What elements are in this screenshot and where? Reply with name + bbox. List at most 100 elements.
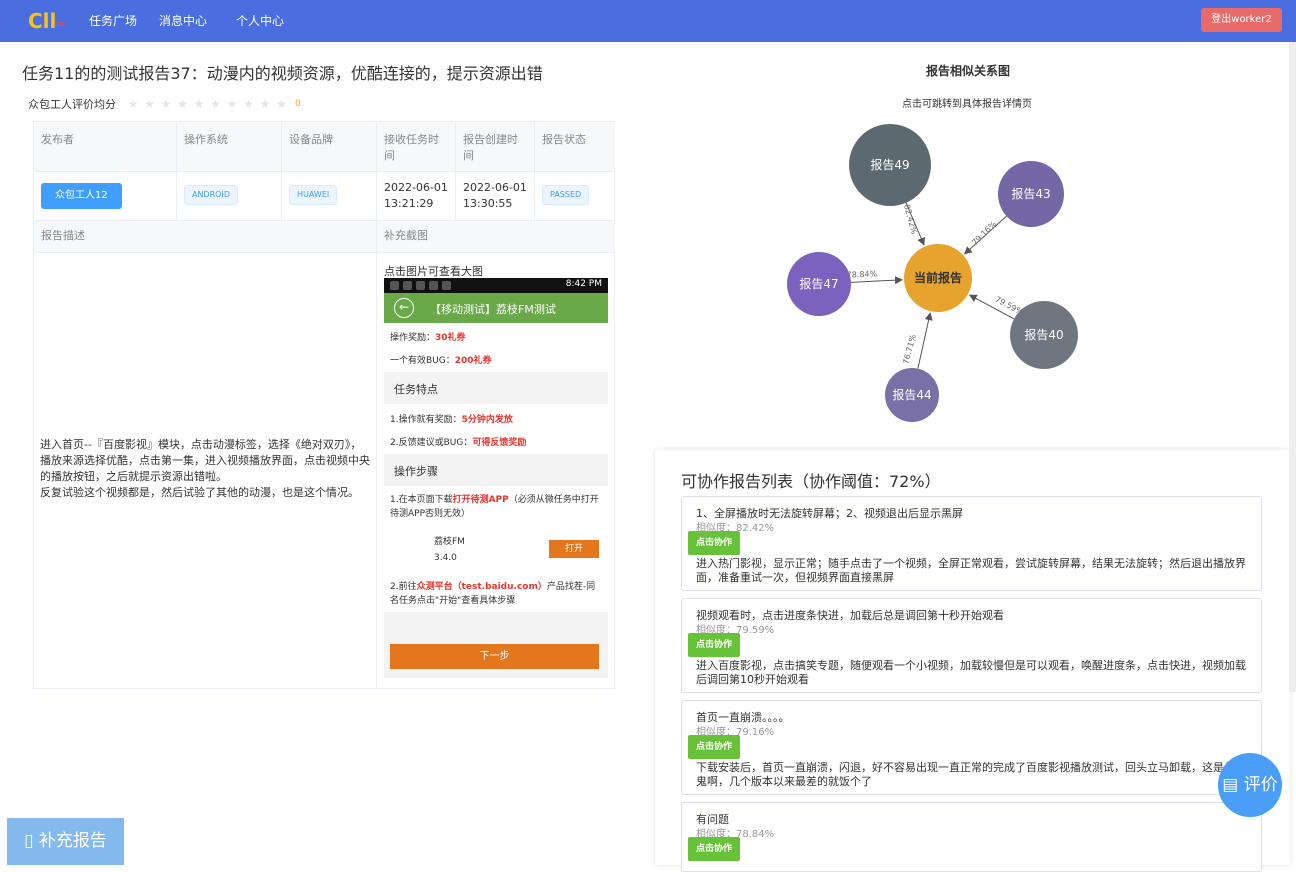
features-section: 任务特点 bbox=[384, 372, 608, 404]
collab-report-desc: 进入百度影视，点击搞笑专题，随便观看一个小视频，加载较慢但是可以观看，唤醒进度条… bbox=[696, 659, 1246, 686]
app-version: 3.4.0 bbox=[434, 553, 457, 563]
cell-status: PASSED bbox=[535, 172, 615, 221]
star-icon[interactable]: ★ bbox=[225, 97, 239, 111]
star-icon[interactable]: ★ bbox=[176, 97, 190, 111]
cell-publisher: 众包工人12 bbox=[34, 172, 177, 221]
app-name: 荔枝FM bbox=[434, 537, 465, 547]
edge-similarity-label: 76.71% bbox=[901, 333, 918, 365]
publisher-button[interactable]: 众包工人12 bbox=[41, 183, 122, 209]
collab-title: 可协作报告列表（协作阈值：72%） bbox=[681, 472, 941, 491]
graph-node-label[interactable]: 报告40 bbox=[1024, 327, 1063, 342]
edge-similarity-label: 82.42% bbox=[902, 203, 919, 235]
step-2: 2.前往众测平台（test.baidu.com）产品找茬-同名任务点击"开始"查… bbox=[390, 582, 596, 606]
collab-report-card[interactable]: 有问题 相似度：78.84% 点击协作 bbox=[681, 802, 1262, 872]
nav-task-plaza[interactable]: 任务广场 bbox=[89, 12, 137, 29]
supplement-screenshot[interactable]: 8:42 PM ← 【移动测试】荔枝FM测试 操作奖励：30礼券 一个有效BUG… bbox=[384, 278, 608, 678]
brand-tag: HUAWEI bbox=[289, 185, 338, 205]
logo-text: Cll bbox=[28, 9, 57, 33]
star-icon[interactable]: ★ bbox=[159, 97, 173, 111]
cell-receive-time: 2022-06-01 13:21:29 bbox=[377, 172, 456, 221]
star-icon[interactable]: ★ bbox=[143, 97, 157, 111]
star-icon[interactable]: ★ bbox=[242, 97, 256, 111]
status-icons bbox=[390, 281, 451, 290]
header-brand: 设备品牌 bbox=[282, 122, 377, 172]
rating-label: 众包工人评价均分 bbox=[28, 98, 116, 111]
graph-node-current: 当前报告 bbox=[904, 244, 972, 312]
logout-button[interactable]: 登出worker2 bbox=[1201, 8, 1282, 32]
next-step-button: 下一步 bbox=[390, 644, 599, 669]
phone-time: 8:42 PM bbox=[565, 279, 602, 289]
header-status: 报告状态 bbox=[535, 122, 615, 172]
edge-similarity-label: 78.84% bbox=[847, 269, 878, 279]
collaborate-button[interactable]: 点击协作 bbox=[688, 633, 740, 657]
open-app-button: 打开 bbox=[549, 540, 599, 558]
supplement-report-label: 补充报告 bbox=[38, 831, 107, 851]
collab-report-desc: 下载安装后，首页一直崩溃，闪退，好不容易出现一直正常的完成了百度影视播放测试，回… bbox=[696, 761, 1246, 788]
star-icon[interactable]: ★ bbox=[258, 97, 272, 111]
graph-node-label[interactable]: 报告43 bbox=[1011, 186, 1050, 201]
report-description: 进入首页--『百度影视』模块，点击动漫标签，选择《绝对双刃》，播放来源选择优酷，… bbox=[40, 438, 370, 499]
graph-center-label: 当前报告 bbox=[914, 270, 962, 285]
rate-button-label: 评价 bbox=[1243, 775, 1278, 795]
cell-create-time: 2022-06-01 13:30:55 bbox=[456, 172, 535, 221]
graph-node-报告44[interactable]: 报告44 bbox=[885, 368, 939, 422]
graph-node-报告43[interactable]: 报告43 bbox=[998, 161, 1064, 227]
comment-icon: ▤ bbox=[1222, 775, 1239, 795]
collab-report-card[interactable]: 视频观看时，点击进度条快进，加载后总是调回第十秒开始观看 相似度：79.59% 点击… bbox=[681, 598, 1262, 693]
header-create-time: 报告创建时间 bbox=[456, 122, 535, 172]
nav-personal-center[interactable]: 个人中心 bbox=[236, 12, 284, 29]
status-tag: PASSED bbox=[542, 185, 590, 205]
phone-header-title: 【移动测试】荔枝FM测试 bbox=[430, 303, 556, 316]
graph-subtitle: 点击可跳转到具体报告详情页 bbox=[902, 99, 1032, 110]
page-title: 任务11的的测试报告37：动漫内的视频资源，优酷连接的，提示资源出错 bbox=[22, 64, 543, 83]
phone-status-bar: 8:42 PM bbox=[384, 278, 608, 293]
phone-header: ← 【移动测试】荔枝FM测试 bbox=[384, 293, 608, 323]
graph-node-label[interactable]: 报告44 bbox=[892, 387, 931, 402]
collaborate-button[interactable]: 点击协作 bbox=[688, 735, 740, 759]
graph-node-label[interactable]: 报告47 bbox=[799, 276, 838, 291]
step-1: 1.在本页面下载打开待测APP（必须从微任务中打开待测APP否则无效） bbox=[390, 495, 599, 519]
star-icon[interactable]: ★ bbox=[126, 97, 140, 111]
graph-node-报告47[interactable]: 报告47 bbox=[787, 252, 851, 316]
bug-line: 一个有效BUG：200礼券 bbox=[390, 356, 492, 366]
collaborate-button[interactable]: 点击协作 bbox=[688, 837, 740, 861]
graph-title: 报告相似关系图 bbox=[926, 64, 1011, 78]
supplement-report-button[interactable]: ▯ 补充报告 bbox=[7, 818, 124, 865]
collaborate-button[interactable]: 点击协作 bbox=[688, 531, 740, 555]
back-arrow-icon: ← bbox=[394, 298, 414, 318]
header-publisher: 发布者 bbox=[34, 122, 177, 172]
graph-node-label[interactable]: 报告49 bbox=[870, 157, 909, 172]
rating-score: 0 bbox=[295, 99, 301, 109]
graph-edge bbox=[917, 312, 933, 369]
app-logo[interactable]: Cll csc bbox=[28, 9, 65, 33]
screenshot-hint: 点击图片可查看大图 bbox=[384, 265, 483, 278]
app-info: 荔枝FM 3.4.0 bbox=[434, 534, 465, 566]
graph-node-报告40[interactable]: 报告40 bbox=[1010, 301, 1078, 369]
collab-report-panel: 可协作报告列表（协作阈值：72%） 1、全屏播放时无法旋转屏幕；2、视频退出后显… bbox=[655, 450, 1290, 872]
feature-1: 1.操作就有奖励：5分钟内发放 bbox=[390, 415, 513, 425]
worker-rating: 众包工人评价均分 ★ ★ ★ ★ ★ ★ ★ ★ ★ ★ 0 bbox=[28, 96, 301, 112]
graph-edge bbox=[850, 276, 904, 285]
graph-node-报告49[interactable]: 报告49 bbox=[849, 124, 931, 206]
header-description: 报告描述 bbox=[34, 221, 377, 253]
rate-button[interactable]: ▤ 评价 bbox=[1218, 753, 1282, 817]
edge-similarity-label: 79.16% bbox=[970, 219, 998, 247]
star-icon[interactable]: ★ bbox=[192, 97, 206, 111]
cell-brand: HUAWEI bbox=[282, 172, 377, 221]
scrollbar[interactable] bbox=[1289, 42, 1296, 692]
steps-section: 操作步骤 bbox=[384, 454, 608, 486]
document-icon: ▯ bbox=[24, 831, 34, 851]
reward-line: 操作奖励：30礼券 bbox=[390, 333, 466, 343]
cell-os: ANDROID bbox=[177, 172, 282, 221]
rating-stars[interactable]: ★ ★ ★ ★ ★ ★ ★ ★ ★ ★ bbox=[126, 97, 291, 111]
similarity-graph: 82.42% 79.16%78.84%79.59%76.71% 报告49报告43报… bbox=[787, 124, 1078, 422]
star-icon[interactable]: ★ bbox=[275, 97, 289, 111]
top-nav-bar: Cll csc 任务广场 消息中心 个人中心 登出worker2 bbox=[0, 0, 1296, 42]
nav-message-center[interactable]: 消息中心 bbox=[159, 12, 207, 29]
header-receive-time: 接收任务时间 bbox=[377, 122, 456, 172]
collab-report-card[interactable]: 1、全屏播放时无法旋转屏幕；2、视频退出后显示黑屏 相似度：82.42% 点击协作进… bbox=[681, 496, 1262, 591]
collab-report-card[interactable]: 首页一直崩溃。。。。 相似度：79.16% 点击协作 下载安装后，首页一直崩溃，闪退，… bbox=[681, 700, 1262, 795]
star-icon[interactable]: ★ bbox=[209, 97, 223, 111]
os-tag: ANDROID bbox=[184, 185, 238, 205]
header-os: 操作系统 bbox=[177, 122, 282, 172]
